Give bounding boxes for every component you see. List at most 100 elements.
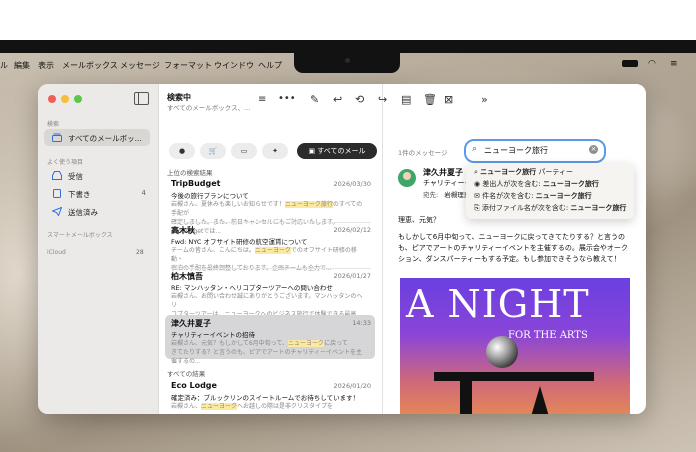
message-date: 14:33	[352, 319, 371, 327]
wifi-icon[interactable]: ◠	[648, 59, 656, 69]
sidebar-toggle-icon[interactable]	[134, 92, 149, 105]
message-sender: 高木秋	[171, 226, 195, 235]
search-icon: ⌕	[472, 144, 478, 154]
reply-icon[interactable]: ↩	[333, 93, 342, 106]
zoom-button[interactable]	[74, 95, 82, 103]
message-date: 2026/01/20	[333, 382, 371, 390]
bar-shape	[434, 372, 594, 381]
mail-window: 検索 すべてのメールボッ... よく使う項目 受信 下書き 4 送信済み スマー…	[38, 84, 646, 414]
icloud-section-label[interactable]: iCloud	[47, 249, 66, 256]
inbox-icon	[52, 171, 62, 180]
filter-icon[interactable]: ≡	[258, 94, 266, 105]
chip-label: すべてのメール	[317, 147, 366, 155]
list-item[interactable]: 柏木慎吾 2026/01/27 RE: マンハッタン・ヘリコプターツアーへの問い…	[165, 271, 375, 327]
sidebar-item-drafts[interactable]: 下書き 4	[44, 185, 150, 202]
paper-plane-icon	[52, 207, 62, 216]
menu-view[interactable]: 表示	[38, 60, 54, 71]
sidebar-item-label: 受信	[68, 172, 83, 181]
filter-all-mail-chip[interactable]: ▣ すべてのメール	[297, 143, 377, 159]
message-sender: 津久井夏子	[171, 319, 211, 328]
message-subject: 確定済み：ブルックリンのスイートルームでお待ちしています！	[171, 394, 360, 402]
document-icon	[53, 189, 61, 198]
compose-icon[interactable]: ✎	[310, 93, 319, 106]
list-item[interactable]: 高木秋 2026/02/12 Fwd: NYC オフサイト研修の航空運賃について…	[165, 225, 375, 272]
mailbox-stack-icon	[52, 133, 62, 142]
list-item[interactable]: TripBudget 2026/03/30 今後の旅行プランについて 岩槻さん、…	[165, 179, 375, 235]
divider	[171, 268, 371, 269]
poster-title: A NIGHT	[406, 282, 590, 326]
inbox-icon: ▣	[308, 147, 318, 155]
message-sender: 柏木慎吾	[171, 272, 203, 281]
more-chevron-icon[interactable]: »	[481, 93, 488, 106]
pillar-shape	[460, 381, 472, 414]
sidebar-item-label: すべてのメールボッ...	[68, 134, 142, 143]
event-poster-image: A NIGHT FOR THE ARTS	[400, 278, 630, 414]
message-subject: RE: マンハッタン・ヘリコプターツアーへの問い合わせ	[171, 284, 333, 292]
menu-mailbox[interactable]: メールボックス	[62, 60, 118, 71]
cone-shape	[530, 386, 550, 414]
filter-promotions-chip[interactable]: ✦	[262, 143, 288, 159]
sidebar: 検索 すべてのメールボッ... よく使う項目 受信 下書き 4 送信済み スマー…	[38, 84, 159, 414]
sphere-shape	[486, 336, 518, 368]
camera-icon	[345, 58, 350, 63]
sidebar-item-count: 4	[141, 189, 146, 197]
menu-format[interactable]: フォーマット	[164, 60, 212, 71]
filter-messages-chip[interactable]: ▭	[231, 143, 257, 159]
message-sender: TripBudget	[171, 179, 221, 188]
message-sender: Eco Lodge	[171, 381, 217, 390]
message-reader: ↪ ▤ 🗑 ⊠ » 1件のメッセージ 津久井夏子 チャリティーイベントの招待 宛…	[378, 84, 646, 414]
sidebar-item-label: 送信済み	[68, 208, 98, 217]
battery-icon[interactable]	[622, 60, 638, 67]
camera-notch	[294, 53, 400, 73]
search-input[interactable]: ニューヨーク旅行	[484, 145, 548, 156]
message-subject: 今後の旅行プランについて	[171, 192, 249, 200]
menu-mail[interactable]: ル	[0, 60, 8, 71]
filter-people-chip[interactable]: ●	[169, 143, 195, 159]
sidebar-item-inbox[interactable]: 受信	[44, 167, 150, 184]
suggestion-item[interactable]: ◉ 差出人が次を含む: ニューヨーク旅行	[474, 179, 599, 189]
trash-icon[interactable]: 🗑	[423, 93, 437, 106]
close-button[interactable]	[48, 95, 56, 103]
sidebar-item-sent[interactable]: 送信済み	[44, 203, 150, 220]
desktop: ル 編集 表示 メールボックス メッセージ フォーマット ウインドウ ヘルプ ◠…	[0, 53, 696, 452]
avatar	[398, 169, 416, 187]
sender-name: 津久井夏子	[423, 168, 463, 177]
search-field[interactable]: ⌕ ニューヨーク旅行 ×	[464, 139, 606, 163]
list-item[interactable]: Eco Lodge 2026/01/20 確定済み：ブルックリンのスイートルーム…	[165, 381, 375, 414]
suggestion-item[interactable]: ✉ 件名が次を含む: ニューヨーク旅行	[474, 191, 592, 201]
message-body: もしかして6月中旬って、ニューヨークに戻ってきてたりする？と言うのも、ピアでアー…	[398, 233, 628, 263]
message-subject: Fwd: NYC オフサイト研修の航空運賃について	[171, 238, 308, 246]
filter-shopping-chip[interactable]: 🛒	[200, 143, 226, 159]
minimize-button[interactable]	[61, 95, 69, 103]
search-suggestions: ⌕ ニューヨーク旅行 パーティー ◉ 差出人が次を含む: ニューヨーク旅行 ✉ …	[466, 163, 634, 219]
more-icon[interactable]: •••	[278, 93, 296, 104]
menu-message[interactable]: メッセージ	[120, 60, 160, 71]
message-date: 2026/01/27	[333, 272, 371, 280]
junk-icon[interactable]: ⊠	[444, 93, 453, 106]
smart-mailbox-section-label[interactable]: スマートメールボックス	[47, 230, 113, 239]
suggestion-item[interactable]: ⌕ ニューヨーク旅行 パーティー	[474, 167, 573, 177]
divider	[171, 222, 371, 223]
message-preview: 岩槻さん、ニューヨークへお越しの際は是非クリスタイプを	[171, 403, 334, 410]
to-label: 宛先:	[423, 191, 439, 199]
toolbar-subtitle: すべてのメールボックス、...	[167, 104, 251, 112]
menu-help[interactable]: ヘルプ	[258, 60, 282, 71]
message-preview: 岩槻さん、元気？もしかして6月中旬って、ニューヨークに戻って きてたりする？と言う…	[171, 340, 363, 365]
clear-search-icon[interactable]: ×	[589, 145, 598, 154]
message-date: 2026/02/12	[333, 226, 371, 234]
icloud-count: 28	[136, 249, 144, 256]
reply-all-icon[interactable]: ⟲	[355, 93, 364, 106]
control-center-icon[interactable]: ≡	[670, 59, 678, 69]
list-item-selected[interactable]: 津久井夏子 14:33 チャリティーイベントの招待 岩槻さん、元気？もしかして6…	[165, 315, 375, 365]
sidebar-item-all-mail[interactable]: すべてのメールボッ...	[44, 129, 150, 146]
recipient-line: 宛先: 岩槻理恵	[423, 189, 470, 199]
all-results-label: すべての結果	[167, 370, 206, 378]
poster-subtitle: FOR THE ARTS	[508, 330, 588, 341]
menu-edit[interactable]: 編集	[14, 60, 30, 71]
forward-icon[interactable]: ↪	[378, 93, 387, 106]
suggestion-item[interactable]: ⎘ 添付ファイル名が次を含む: ニューヨーク旅行	[474, 203, 626, 213]
archive-icon[interactable]: ▤	[401, 93, 411, 106]
message-count: 1件のメッセージ	[398, 149, 448, 157]
top-hits-label: 上位の検索結果	[167, 169, 213, 177]
menu-window[interactable]: ウインドウ	[214, 60, 254, 71]
